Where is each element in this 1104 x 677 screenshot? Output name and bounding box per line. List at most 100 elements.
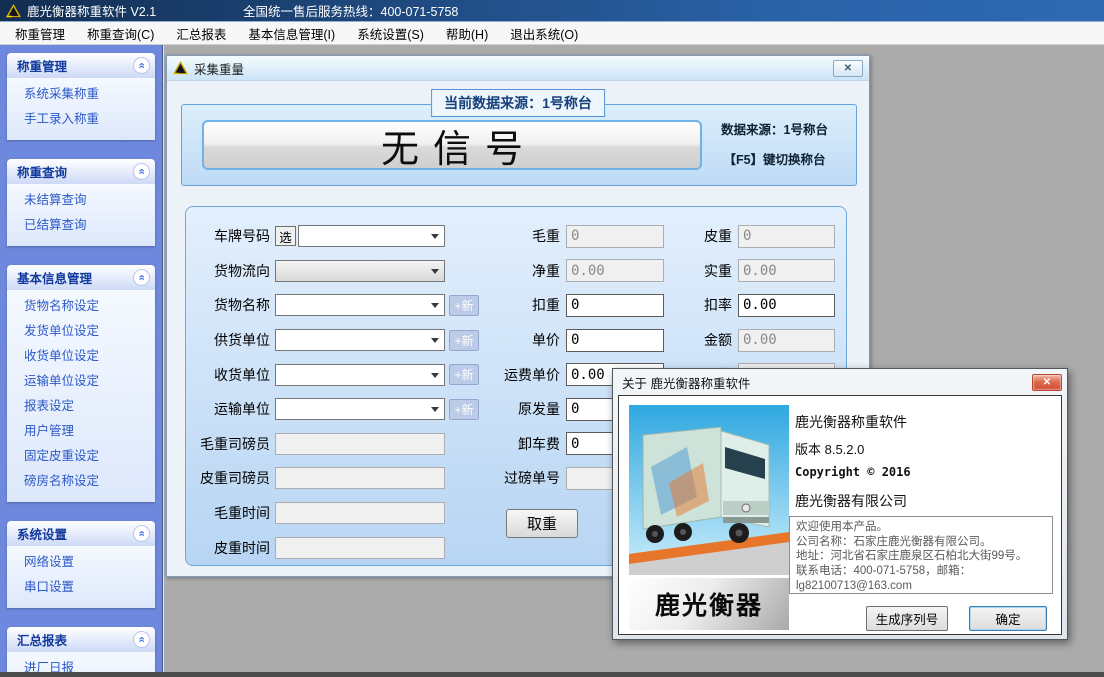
transport-combo[interactable] <box>275 398 445 420</box>
form-row-deduct-weight: 扣重 <box>482 288 664 323</box>
menu-weigh-query[interactable]: 称重查询(C) <box>76 21 165 46</box>
ok-button[interactable]: 确定 <box>969 606 1047 631</box>
capture-window-titlebar[interactable]: 采集重量 ✕ <box>167 56 869 81</box>
about-dialog-content: 鹿光衡器 鹿光衡器称重软件 版本 8.5.2.0 Copyright © 201… <box>618 395 1062 635</box>
unit-price-field[interactable] <box>566 329 664 352</box>
hotline-text: 全国统一售后服务热线：400-071-5758 <box>243 1 458 20</box>
application-window: 鹿光衡器称重软件 V2.1 全国统一售后服务热线：400-071-5758 称重… <box>0 0 1104 677</box>
field-label: 扣重 <box>482 295 560 315</box>
deduct-weight-field[interactable] <box>566 294 664 317</box>
about-dialog-titlebar[interactable]: 关于 鹿光衡器称重软件 ✕ <box>613 369 1067 395</box>
source-info-line2: 【F5】键切换称台 <box>707 149 842 168</box>
generate-serial-button[interactable]: 生成序列号 <box>866 606 948 631</box>
sidebar-header-system-settings[interactable]: 系统设置 « <box>7 521 155 546</box>
field-label: 皮重时间 <box>198 538 270 558</box>
truck-illustration <box>629 405 789 575</box>
deduct-rate-field[interactable] <box>738 294 835 317</box>
sidebar-panel-weigh-manage: 称重管理 « 系统采集称重 手工录入称重 <box>7 53 155 140</box>
company-info-box: 欢迎使用本产品。 公司名称：石家庄鹿光衡器有限公司。 地址：河北省石家庄鹿泉区石… <box>789 516 1053 594</box>
menu-help[interactable]: 帮助(H) <box>435 21 499 46</box>
plate-select-button[interactable]: 选 <box>275 226 296 246</box>
supplier-combo[interactable] <box>275 329 445 351</box>
menu-exit[interactable]: 退出系统(O) <box>499 21 589 46</box>
collapse-chevron-icon[interactable]: « <box>133 57 150 74</box>
field-label: 原发量 <box>482 399 560 419</box>
form-row-amount: 金额 <box>674 323 835 358</box>
collapse-chevron-icon[interactable]: « <box>133 163 150 180</box>
sidebar-item-unsettled-query[interactable]: 未结算查询 <box>24 188 155 213</box>
sidebar-item-transport-unit-setting[interactable]: 运输单位设定 <box>24 369 155 394</box>
sidebar-item-manual-entry-weigh[interactable]: 手工录入称重 <box>24 107 155 132</box>
field-label: 运输单位 <box>198 399 270 419</box>
goods-name-combo[interactable] <box>275 294 445 316</box>
plate-number-combo[interactable] <box>298 225 445 247</box>
form-row-tare-operator: 皮重司磅员 <box>198 461 479 496</box>
close-icon[interactable]: ✕ <box>1032 374 1062 391</box>
sidebar-header-basic-info[interactable]: 基本信息管理 « <box>7 265 155 290</box>
receiver-combo[interactable] <box>275 364 445 386</box>
menu-basic-info[interactable]: 基本信息管理(I) <box>237 21 346 46</box>
sidebar-header-summary-report[interactable]: 汇总报表 « <box>7 627 155 652</box>
close-icon[interactable]: ✕ <box>833 60 863 77</box>
menu-system-settings[interactable]: 系统设置(S) <box>346 21 435 46</box>
titlebar: 鹿光衡器称重软件 V2.1 全国统一售后服务热线：400-071-5758 <box>0 0 1104 22</box>
chevron-down-icon <box>431 373 439 382</box>
about-dialog: 关于 鹿光衡器称重软件 ✕ <box>612 368 1068 640</box>
form-row-goods-flow: 货物流向 <box>198 254 479 289</box>
sidebar-item-sender-unit-setting[interactable]: 发货单位设定 <box>24 319 155 344</box>
chevron-down-icon <box>431 269 439 278</box>
take-weight-button[interactable]: 取重 <box>506 509 578 538</box>
sidebar-item-report-setting[interactable]: 报表设定 <box>24 394 155 419</box>
sidebar-item-user-management[interactable]: 用户管理 <box>24 419 155 444</box>
menu-summary-report[interactable]: 汇总报表 <box>165 21 237 46</box>
add-transport-button[interactable]: +新 <box>449 399 479 420</box>
add-receiver-button[interactable]: +新 <box>449 364 479 385</box>
form-row-deduct-rate: 扣率 <box>674 288 835 323</box>
field-label: 货物流向 <box>198 261 270 281</box>
chevron-down-icon <box>431 234 439 243</box>
weight-signal-display: 无信号 <box>202 120 702 170</box>
add-goods-name-button[interactable]: +新 <box>449 295 479 316</box>
field-label: 实重 <box>674 261 732 281</box>
sidebar-item-settled-query[interactable]: 已结算查询 <box>24 213 155 238</box>
tare-time-field <box>275 537 445 559</box>
sidebar-header-weigh-manage[interactable]: 称重管理 « <box>7 53 155 78</box>
source-info: 数据来源：1号称台 【F5】键切换称台 <box>707 119 842 179</box>
company-name: 鹿光衡器有限公司 <box>795 491 907 511</box>
form-row-unit-price: 单价 <box>482 323 664 358</box>
sidebar-body: 网络设置 串口设置 <box>7 546 155 608</box>
about-dialog-title: 关于 鹿光衡器称重软件 <box>622 373 750 392</box>
collapse-chevron-icon[interactable]: « <box>133 525 150 542</box>
amount-field <box>738 329 835 352</box>
gross-time-field <box>275 502 445 524</box>
tare-weight-field <box>738 225 835 248</box>
sidebar-header-label: 汇总报表 <box>17 630 67 649</box>
sidebar-item-network-settings[interactable]: 网络设置 <box>24 550 155 575</box>
sidebar-item-serial-port-settings[interactable]: 串口设置 <box>24 575 155 600</box>
field-label: 毛重时间 <box>198 503 270 523</box>
field-label: 车牌号码 <box>198 226 270 246</box>
sidebar-header-label: 称重查询 <box>17 162 67 181</box>
sidebar-item-scale-house-name-setting[interactable]: 磅房名称设定 <box>24 469 155 494</box>
collapse-chevron-icon[interactable]: « <box>133 631 150 648</box>
app-title: 鹿光衡器称重软件 V2.1 <box>27 1 156 20</box>
field-label: 卸车费 <box>482 434 560 454</box>
goods-flow-combo[interactable] <box>275 260 445 282</box>
sidebar-header-label: 系统设置 <box>17 524 67 543</box>
sidebar-header-weigh-query[interactable]: 称重查询 « <box>7 159 155 184</box>
form-row-gross-weight: 毛重 <box>482 219 664 254</box>
sidebar-item-receiver-unit-setting[interactable]: 收货单位设定 <box>24 344 155 369</box>
sidebar-body: 货物名称设定 发货单位设定 收货单位设定 运输单位设定 报表设定 用户管理 固定… <box>7 290 155 502</box>
net-weight-field <box>566 259 664 282</box>
sidebar-item-goods-name-setting[interactable]: 货物名称设定 <box>24 294 155 319</box>
sidebar-panel-basic-info: 基本信息管理 « 货物名称设定 发货单位设定 收货单位设定 运输单位设定 报表设… <box>7 265 155 502</box>
sidebar-item-system-capture-weigh[interactable]: 系统采集称重 <box>24 82 155 107</box>
field-label: 收货单位 <box>198 365 270 385</box>
collapse-chevron-icon[interactable]: « <box>133 269 150 286</box>
add-supplier-button[interactable]: +新 <box>449 330 479 351</box>
menu-weigh-manage[interactable]: 称重管理 <box>4 21 76 46</box>
window-logo-icon <box>173 61 188 75</box>
field-label: 金额 <box>674 330 732 350</box>
field-label: 单价 <box>482 330 560 350</box>
sidebar-item-fixed-tare-setting[interactable]: 固定皮重设定 <box>24 444 155 469</box>
